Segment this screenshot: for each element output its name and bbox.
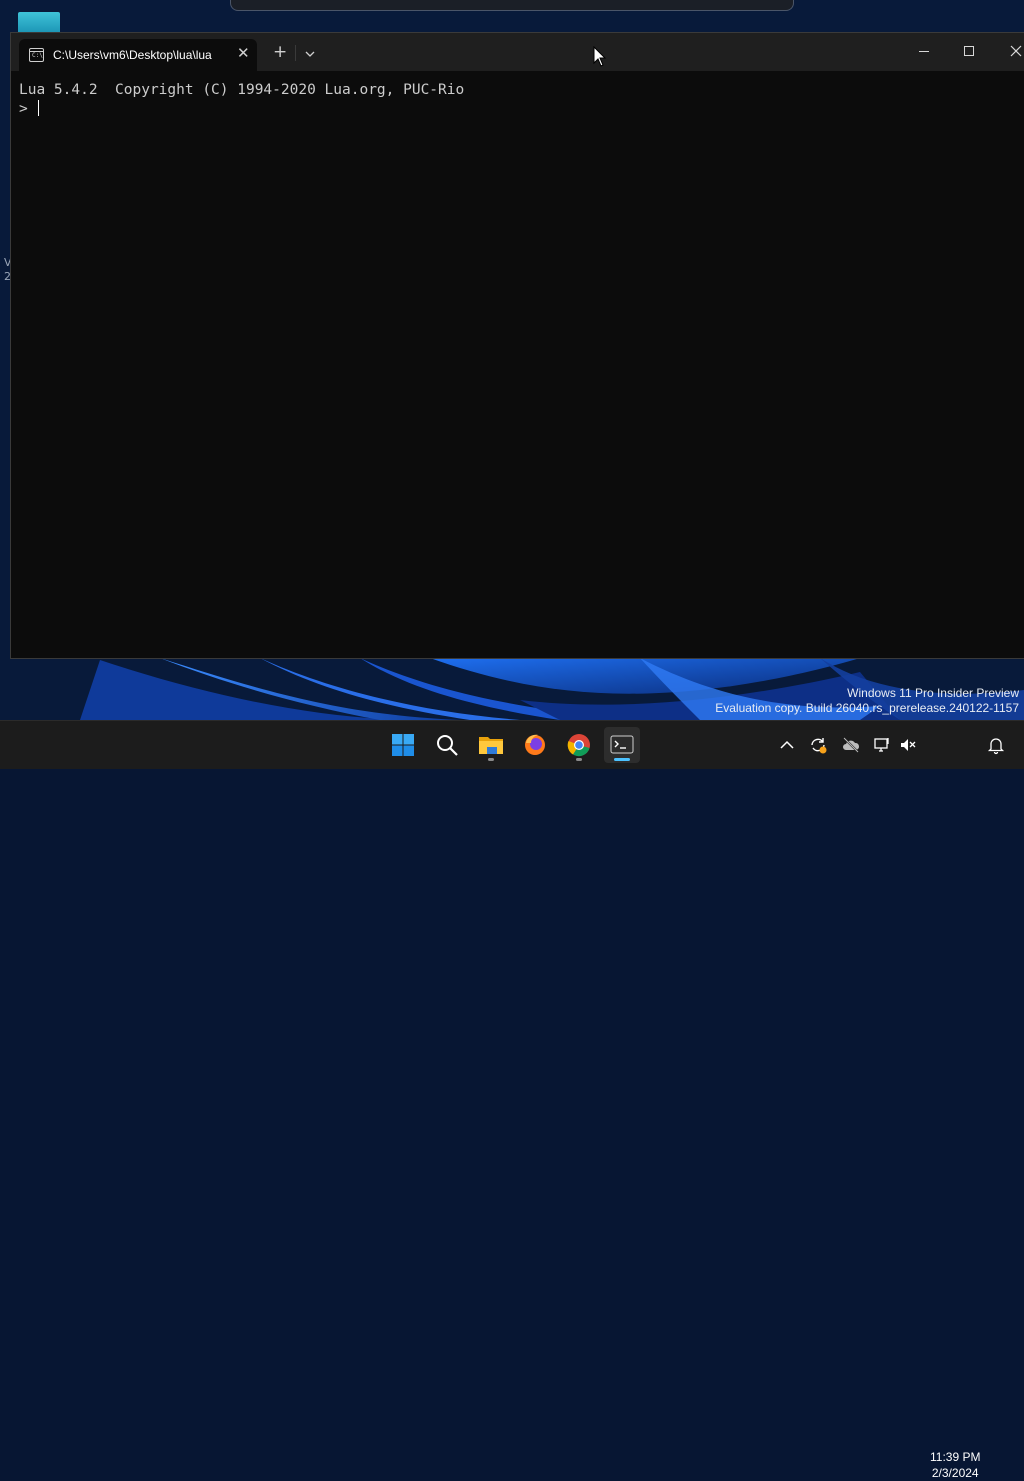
title-bar[interactable]: C:\ C:\Users\vm6\Desktop\lua\lua ✕ + bbox=[11, 33, 1024, 71]
volume-muted-icon[interactable] bbox=[898, 735, 918, 755]
sync-icon[interactable] bbox=[808, 735, 828, 755]
top-search-bar-edge bbox=[230, 0, 794, 11]
terminal-output[interactable]: Lua 5.4.2 Copyright (C) 1994-2020 Lua.or… bbox=[19, 81, 464, 119]
firefox-button[interactable] bbox=[517, 727, 553, 763]
network-icon[interactable] bbox=[872, 735, 892, 755]
chevron-down-icon[interactable] bbox=[303, 45, 317, 57]
console-line: Lua 5.4.2 Copyright (C) 1994-2020 Lua.or… bbox=[19, 82, 465, 98]
mouse-pointer-icon bbox=[593, 46, 607, 67]
active-indicator bbox=[614, 758, 630, 761]
chevron-up-icon[interactable] bbox=[777, 735, 797, 755]
close-button[interactable] bbox=[992, 33, 1024, 71]
terminal-tab[interactable]: C:\ C:\Users\vm6\Desktop\lua\lua ✕ bbox=[19, 39, 257, 71]
cloud-offline-icon[interactable] bbox=[841, 735, 861, 755]
maximize-button[interactable] bbox=[946, 33, 992, 71]
close-tab-icon[interactable]: ✕ bbox=[237, 44, 250, 62]
windows-watermark: Windows 11 Pro Insider Preview Evaluatio… bbox=[715, 686, 1019, 716]
search-icon bbox=[437, 735, 458, 756]
tab-title: C:\Users\vm6\Desktop\lua\lua bbox=[53, 48, 212, 62]
terminal-window: C:\ C:\Users\vm6\Desktop\lua\lua ✕ + Lua… bbox=[10, 32, 1024, 659]
desktop-folder-icon[interactable] bbox=[18, 12, 60, 34]
tab-separator bbox=[295, 45, 296, 61]
minimize-button[interactable] bbox=[901, 33, 947, 71]
console-prompt: > bbox=[19, 101, 37, 117]
chrome-button[interactable] bbox=[561, 727, 597, 763]
watermark-line-2: Evaluation copy. Build 26040.rs_prerelea… bbox=[715, 701, 1019, 715]
cmd-icon: C:\ bbox=[29, 48, 44, 62]
start-button[interactable] bbox=[385, 727, 421, 763]
console-prompt-line[interactable]: > bbox=[19, 100, 464, 119]
watermark-line-1: Windows 11 Pro Insider Preview bbox=[847, 686, 1019, 700]
clock-date: 2/3/2024 bbox=[931, 1466, 979, 1480]
terminal-taskbar-button[interactable] bbox=[604, 727, 640, 763]
taskbar: 11:39 PM 2/3/2024 bbox=[0, 720, 1024, 1480]
file-explorer-button[interactable] bbox=[473, 727, 509, 763]
clock[interactable]: 11:39 PM 2/3/2024 bbox=[930, 1449, 980, 1481]
clock-time: 11:39 PM bbox=[930, 1450, 981, 1464]
close-icon bbox=[1010, 45, 1022, 57]
cmd-icon-text: C:\ bbox=[32, 52, 43, 59]
running-indicator bbox=[576, 758, 582, 761]
notification-bell-icon[interactable] bbox=[986, 735, 1006, 755]
windows-logo-icon bbox=[392, 734, 414, 756]
search-button[interactable] bbox=[429, 727, 465, 763]
text-cursor bbox=[38, 100, 40, 116]
running-indicator bbox=[488, 758, 494, 761]
firefox-icon bbox=[525, 734, 545, 755]
new-tab-button[interactable]: + bbox=[273, 43, 287, 61]
